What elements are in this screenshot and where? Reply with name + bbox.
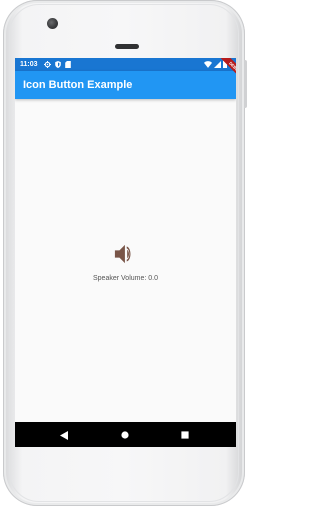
back-icon bbox=[60, 430, 68, 440]
volume-up-icon bbox=[113, 244, 135, 269]
nav-home-button[interactable] bbox=[119, 429, 131, 441]
gear-icon bbox=[44, 61, 51, 68]
signal-icon bbox=[214, 60, 221, 68]
home-icon bbox=[121, 431, 129, 439]
navigation-bar bbox=[15, 422, 236, 447]
wifi-icon bbox=[204, 60, 212, 68]
app-bar: Icon Button Example bbox=[15, 71, 236, 99]
nav-back-button[interactable] bbox=[58, 429, 70, 441]
status-notification-icons bbox=[44, 61, 71, 68]
device-screen: 11:03 Icon Button Example DEBUG Speaker … bbox=[15, 58, 236, 422]
nav-recents-button[interactable] bbox=[179, 429, 191, 441]
earpiece-speaker bbox=[115, 44, 139, 49]
side-power-button bbox=[244, 60, 247, 108]
recents-icon bbox=[181, 431, 189, 439]
volume-icon-button[interactable] bbox=[112, 244, 136, 268]
status-time: 11:03 bbox=[20, 61, 38, 68]
shield-icon bbox=[55, 61, 61, 68]
app-bar-title: Icon Button Example bbox=[23, 79, 133, 91]
front-camera bbox=[47, 18, 58, 29]
main-content: Speaker Volume: 0.0 bbox=[15, 99, 236, 422]
status-bar: 11:03 bbox=[15, 58, 236, 71]
sd-card-icon bbox=[65, 61, 71, 68]
speaker-volume-text: Speaker Volume: 0.0 bbox=[93, 275, 158, 282]
